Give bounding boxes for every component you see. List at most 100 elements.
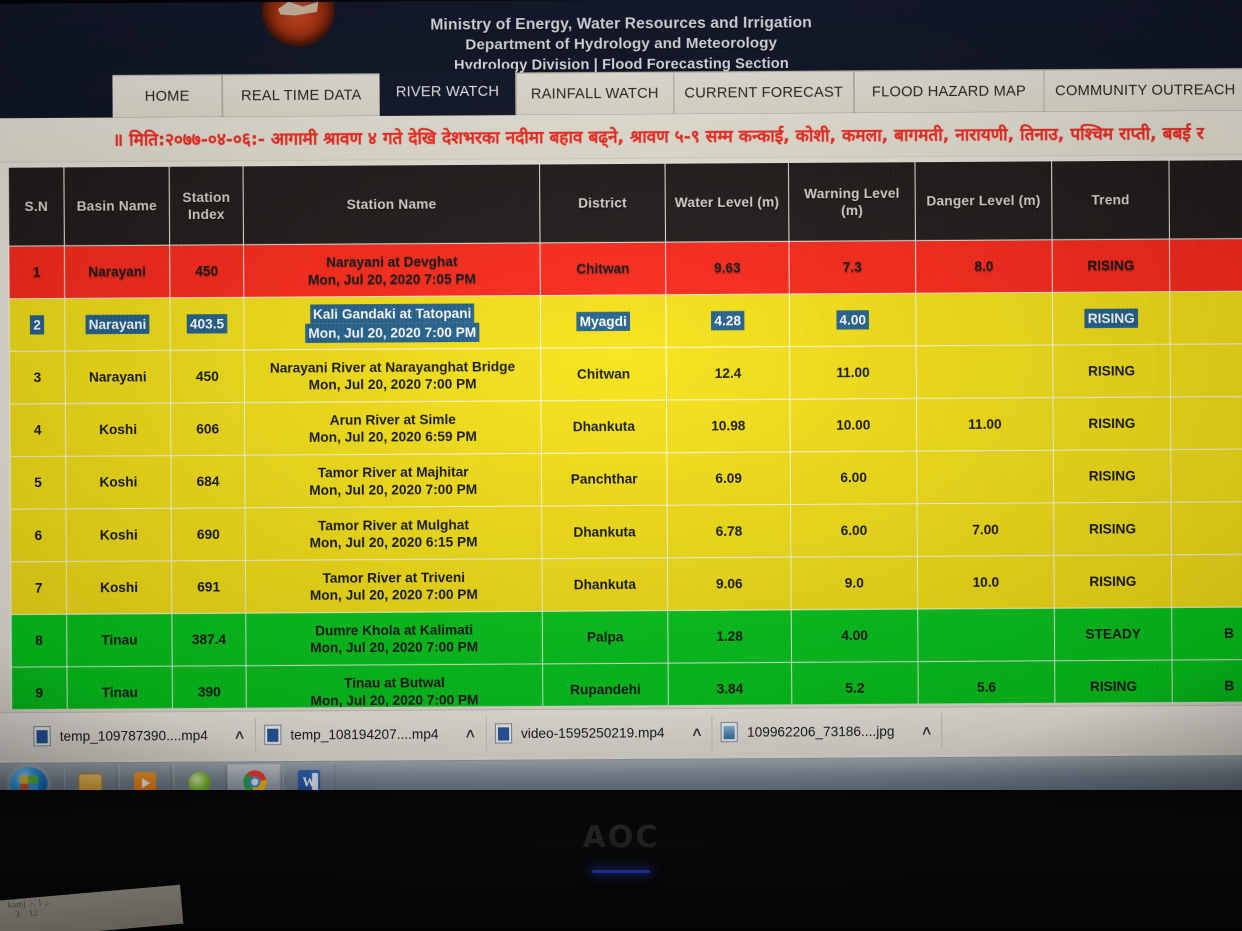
download-item[interactable]: temp_108194207....mp4 ∧ — [255, 716, 487, 753]
cell-danger-level: 11.00 — [916, 397, 1054, 452]
station-name-text: Narayani at Devghat — [326, 253, 458, 270]
cell-station-index: 684 — [170, 455, 246, 509]
column-header-warning-level[interactable]: Warning Level (m) — [788, 161, 916, 242]
station-index-line2: Index — [187, 206, 225, 222]
column-header-water-level[interactable]: Water Level (m) — [665, 162, 789, 243]
column-header-sn[interactable]: S.N — [8, 166, 65, 247]
station-name-text: Dumre Khola at Kalimati — [315, 621, 474, 638]
column-header-basin-name[interactable]: Basin Name — [63, 166, 170, 246]
station-name-text: Tamor River at Triveni — [322, 569, 466, 586]
column-header-station-name[interactable]: Station Name — [243, 163, 541, 245]
station-name-text: Tamor River at Majhitar — [317, 463, 469, 481]
cell-danger-level — [917, 608, 1055, 662]
cell-warning-level: 4.00 — [789, 293, 917, 347]
table-body: 1 Narayani 450 Narayani at Devghat Mon, … — [8, 238, 1242, 710]
cell-basin: Koshi — [66, 560, 172, 615]
cell-sn: 4 — [9, 403, 66, 457]
monitor-brand-label: AOC — [582, 820, 660, 855]
cell-water-level: 9.06 — [667, 557, 792, 611]
table-row[interactable]: 9 Tinau 390 Tinau at Butwal Mon, Jul 20,… — [11, 659, 1242, 710]
cell-trend: RISING — [1052, 344, 1171, 398]
cell-sn: 3 — [9, 351, 66, 404]
download-item[interactable]: 109962206_73186....jpg ∧ — [712, 713, 943, 750]
cell-basin: Tinau — [66, 613, 173, 667]
cell-station-name: Arun River at Simle Mon, Jul 20, 2020 6:… — [244, 400, 542, 456]
cell-station-name: Narayani River at Narayanghat Bridge Mon… — [244, 348, 541, 403]
cell-sn: 8 — [10, 614, 67, 668]
news-marquee: ॥ मिति:२०७७-०४-०६:- आगामी श्रावण ४ गते द… — [0, 110, 1242, 163]
cell-danger-level: 7.00 — [917, 502, 1054, 557]
download-item[interactable]: temp_109787390....mp4 ∧ — [25, 717, 257, 754]
tab-rainfall-watch[interactable]: RAINFALL WATCH — [515, 71, 674, 116]
column-header-danger-level[interactable]: Danger Level (m) — [914, 160, 1053, 241]
download-file-name: temp_109787390....mp4 — [59, 727, 208, 744]
cell-trend: RISING — [1053, 396, 1171, 451]
cell-danger-level — [916, 450, 1054, 504]
cell-warning-level: 10.00 — [789, 398, 917, 452]
column-header-trend[interactable]: Trend — [1051, 160, 1170, 240]
station-time-text: Mon, Jul 20, 2020 7:05 PM — [308, 270, 476, 287]
selected-text: 2 — [30, 315, 44, 335]
cell-warning-level: 6.00 — [790, 503, 918, 558]
video-file-icon — [264, 724, 282, 746]
cell-district: Dhankuta — [541, 557, 668, 612]
table-row[interactable]: 7 Koshi 691 Tamor River at Triveni Mon, … — [10, 554, 1242, 615]
cell-danger-level: 10.0 — [917, 555, 1055, 609]
cell-trend: RISING — [1053, 449, 1172, 503]
monitor-bezel: AOC — [0, 790, 1242, 931]
station-time-text: Mon, Jul 20, 2020 7:00 PM — [310, 691, 479, 708]
selected-text: Myagdi — [576, 311, 630, 332]
chevron-up-icon[interactable]: ∧ — [690, 724, 703, 740]
cell-sn: 1 — [8, 245, 65, 299]
cell-trend: RISING — [1053, 502, 1172, 556]
cell-station-index: 691 — [171, 560, 246, 614]
chrome-download-bar: temp_109787390....mp4 ∧ temp_108194207..… — [0, 704, 1242, 760]
cell-danger-level — [915, 292, 1053, 346]
station-time-text: Mon, Jul 20, 2020 7:00 PM — [309, 481, 478, 498]
station-time-text: Mon, Jul 20, 2020 7:00 PM — [309, 586, 478, 603]
table-row[interactable]: 8 Tinau 387.4 Dumre Khola at Kalimati Mo… — [10, 606, 1242, 668]
cell-extra — [1170, 343, 1242, 397]
chevron-up-icon[interactable]: ∧ — [233, 727, 246, 743]
tab-community-outreach[interactable]: COMMUNITY OUTREACH — [1043, 68, 1242, 112]
column-header-extra[interactable] — [1168, 159, 1242, 240]
tab-river-watch[interactable]: RIVER WATCH — [379, 68, 516, 116]
chevron-up-icon[interactable]: ∧ — [464, 725, 477, 741]
table-row[interactable]: 4 Koshi 606 Arun River at Simle Mon, Jul… — [9, 396, 1242, 457]
cell-water-level: 6.09 — [666, 451, 791, 506]
tab-current-forecast[interactable]: CURRENT FORECAST — [673, 70, 854, 115]
table-row[interactable]: 1 Narayani 450 Narayani at Devghat Mon, … — [8, 238, 1242, 299]
cell-trend: RISING — [1054, 660, 1173, 710]
download-file-name: temp_108194207....mp4 — [290, 726, 439, 743]
cell-district: Dhankuta — [541, 505, 668, 559]
cell-water-level: 12.4 — [666, 346, 790, 400]
cell-station-index: 390 — [172, 665, 247, 710]
column-header-district[interactable]: District — [539, 163, 666, 243]
cell-danger-level: 8.0 — [915, 239, 1053, 294]
cell-station-name: Tamor River at Triveni Mon, Jul 20, 2020… — [245, 558, 543, 614]
cell-station-name: Tinau at Butwal Mon, Jul 20, 2020 7:00 P… — [246, 663, 543, 710]
power-led-indicator — [592, 870, 650, 873]
table-row[interactable]: 2 Narayani 403.5 Kali Gandaki at Tatopan… — [9, 290, 1242, 352]
tab-home[interactable]: HOME — [112, 74, 222, 118]
tab-real-time-data[interactable]: REAL TIME DATA — [221, 73, 380, 117]
station-name-text: Narayani River at Narayanghat Bridge — [269, 358, 516, 376]
cell-trend: STEADY — [1054, 607, 1173, 661]
cell-sn: 2 — [9, 298, 66, 352]
column-header-station-index[interactable]: Station Index — [169, 165, 244, 246]
selected-text: RISING — [1084, 308, 1138, 329]
tab-flood-hazard-map[interactable]: FLOOD HAZARD MAP — [853, 69, 1044, 113]
cell-basin: Koshi — [65, 455, 172, 509]
chevron-up-icon[interactable]: ∧ — [920, 723, 933, 739]
cell-trend: RISING — [1052, 239, 1170, 293]
table-row[interactable]: 3 Narayani 450 Narayani River at Narayan… — [9, 343, 1242, 404]
river-watch-table-container: S.N Basin Name Station Index Station Nam… — [0, 155, 1242, 710]
cell-district: Dhankuta — [540, 399, 667, 454]
selected-text: Narayani — [85, 314, 150, 335]
download-item[interactable]: video-1595250219.mp4 ∧ — [486, 714, 713, 751]
cell-district: Palpa — [542, 610, 669, 664]
table-row[interactable]: 5 Koshi 684 Tamor River at Majhitar Mon,… — [9, 448, 1242, 510]
cell-trend: RISING — [1053, 554, 1172, 609]
table-row[interactable]: 6 Koshi 690 Tamor River at Mulghat Mon, … — [10, 501, 1242, 562]
cell-extra — [1169, 290, 1242, 345]
